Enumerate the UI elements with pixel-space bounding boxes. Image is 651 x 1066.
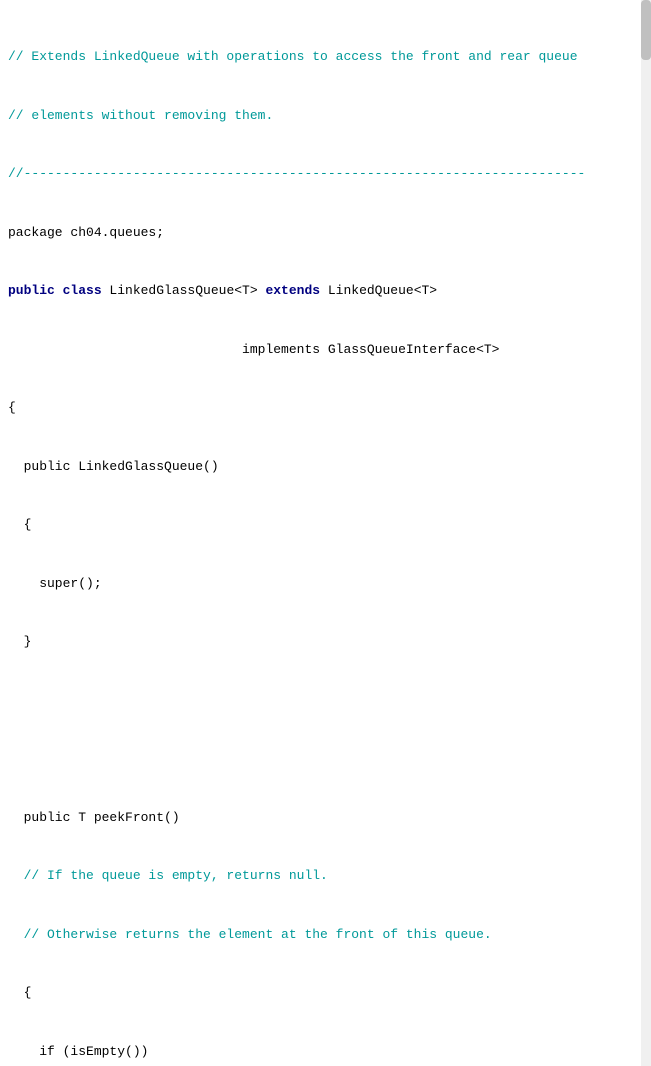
- code-content: // Extends LinkedQueue with operations t…: [0, 0, 651, 1066]
- line-12: [8, 691, 635, 711]
- line-10: super();: [8, 574, 635, 594]
- line-9: {: [8, 515, 635, 535]
- line-5: public class LinkedGlassQueue<T> extends…: [8, 281, 635, 301]
- line-18: if (isEmpty()): [8, 1042, 635, 1062]
- line-8: public LinkedGlassQueue(): [8, 457, 635, 477]
- scrollbar-track[interactable]: [641, 0, 651, 1066]
- line-16: // Otherwise returns the element at the …: [8, 925, 635, 945]
- line-15: // If the queue is empty, returns null.: [8, 866, 635, 886]
- line-1: // Extends LinkedQueue with operations t…: [8, 47, 635, 67]
- line-13: [8, 749, 635, 769]
- line-7: {: [8, 398, 635, 418]
- line-14: public T peekFront(): [8, 808, 635, 828]
- line-17: {: [8, 983, 635, 1003]
- line-4: package ch04.queues;: [8, 223, 635, 243]
- line-11: }: [8, 632, 635, 652]
- line-6: implements GlassQueueInterface<T>: [8, 340, 635, 360]
- line-3: //--------------------------------------…: [8, 164, 635, 184]
- code-editor[interactable]: // Extends LinkedQueue with operations t…: [0, 0, 651, 1066]
- scrollbar-thumb[interactable]: [641, 0, 651, 60]
- line-2: // elements without removing them.: [8, 106, 635, 126]
